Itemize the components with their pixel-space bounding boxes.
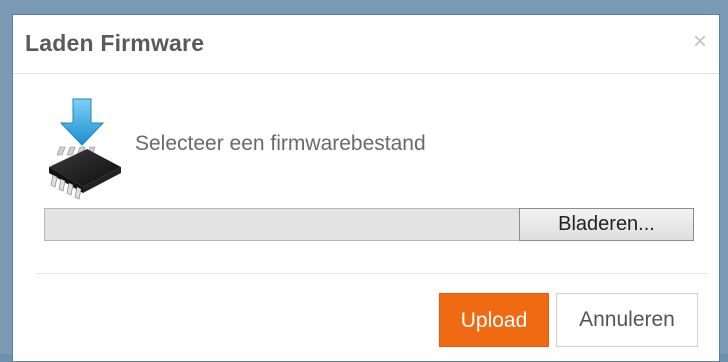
file-path-field[interactable] — [44, 208, 519, 241]
upload-button[interactable]: Upload — [439, 293, 549, 347]
prompt-text: Selecteer een firmwarebestand — [135, 132, 426, 155]
cancel-button[interactable]: Annuleren — [556, 293, 698, 347]
firmware-chip-download-icon — [49, 98, 121, 200]
file-picker: Bladeren... — [44, 208, 694, 241]
footer-divider — [36, 273, 709, 274]
browse-button[interactable]: Bladeren... — [519, 208, 694, 241]
firmware-dialog: Laden Firmware × Selecteer een firmwareb… — [12, 14, 720, 362]
dialog-title: Laden Firmware — [25, 30, 205, 56]
dialog-header: Laden Firmware × — [13, 15, 719, 74]
close-icon[interactable]: × — [689, 29, 711, 55]
